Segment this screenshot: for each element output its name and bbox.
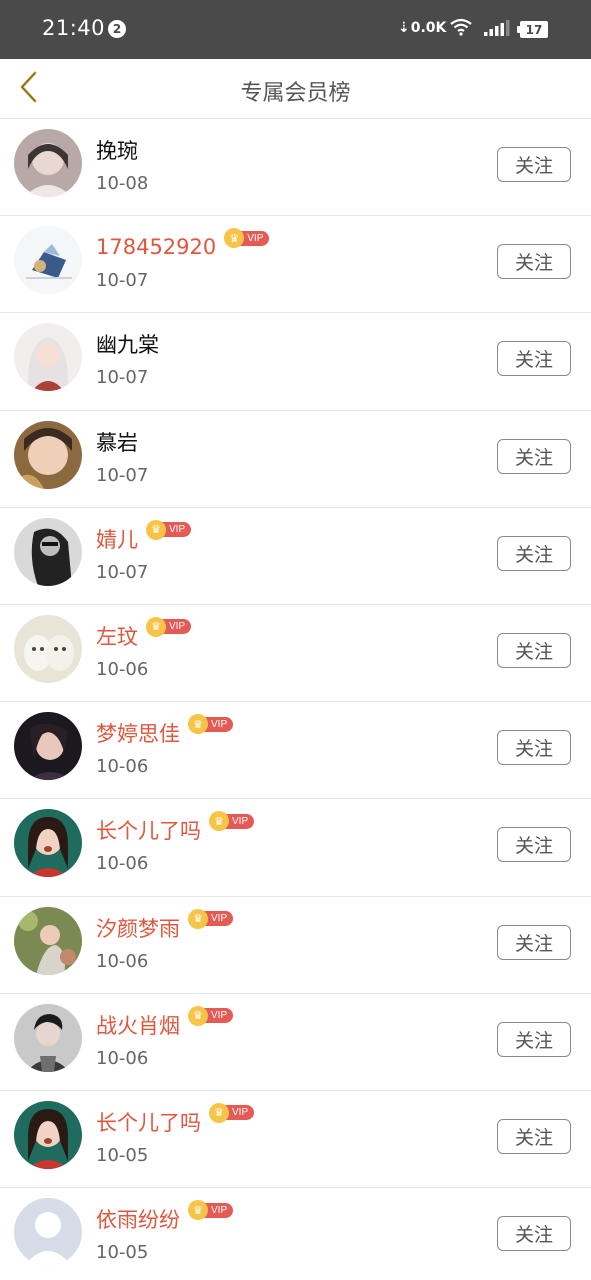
follow-button[interactable]: 关注 <box>497 244 571 280</box>
member-date: 10-08 <box>96 173 149 194</box>
member-name: 汐颜梦雨 <box>96 916 180 941</box>
member-name: 长个儿了吗 <box>96 1110 201 1135</box>
member-name: 挽琬 <box>96 139 138 163</box>
member-row[interactable]: 长个儿了吗 ♛ VIP 10-05 关注 <box>0 1090 591 1189</box>
crown-icon: ♛ <box>188 1200 208 1221</box>
follow-button[interactable]: 关注 <box>497 535 571 571</box>
avatar[interactable] <box>14 1100 82 1169</box>
battery-level: 17 <box>525 22 543 37</box>
vip-badge: ♛ VIP <box>209 811 255 832</box>
member-row[interactable]: 178452920 ♛ VIP 10-07 关注 <box>0 216 591 314</box>
member-date: 10-06 <box>96 1047 149 1069</box>
follow-button[interactable]: 关注 <box>497 147 571 182</box>
crown-icon: ♛ <box>146 519 166 540</box>
member-list: 挽琬 10-08 关注 178452920 ♛ VIP 10-07 关注 幽九棠… <box>0 119 591 1280</box>
member-row[interactable]: 左玟 ♛ VIP 10-06 关注 <box>0 604 591 703</box>
follow-button[interactable]: 关注 <box>497 1118 571 1154</box>
member-row[interactable]: 长个儿了吗 ♛ VIP 10-06 关注 <box>0 799 591 897</box>
avatar[interactable] <box>14 614 82 683</box>
member-row[interactable]: 汐颜梦雨 ♛ VIP 10-06 关注 <box>0 896 591 994</box>
vip-badge: ♛ VIP <box>224 228 270 249</box>
avatar[interactable] <box>14 906 82 975</box>
avatar[interactable] <box>14 323 82 392</box>
member-name: 梦婷思佳 <box>96 722 180 747</box>
download-arrow-icon: ⇣ <box>398 20 410 36</box>
avatar[interactable] <box>14 809 82 878</box>
follow-button[interactable]: 关注 <box>497 1216 571 1252</box>
member-name: 婧儿 <box>96 527 138 552</box>
battery-icon: 17 <box>517 21 548 38</box>
follow-button[interactable]: 关注 <box>497 632 571 668</box>
vip-badge: ♛ VIP <box>188 714 234 735</box>
member-row[interactable]: 幽九棠 10-07 关注 <box>0 313 591 411</box>
avatar[interactable] <box>14 420 82 489</box>
member-row[interactable]: 慕岩 10-07 关注 <box>0 410 591 508</box>
avatar[interactable] <box>14 1198 82 1267</box>
member-name: 依雨纷纷 <box>96 1208 180 1233</box>
net-speed-text: 0.0K <box>410 20 447 36</box>
follow-button[interactable]: 关注 <box>497 730 571 766</box>
status-bar: 21:40 2 ⇣ 0.0K 17 <box>0 0 591 59</box>
member-row[interactable]: 战火肖烟 ♛ VIP 10-06 关注 <box>0 993 591 1091</box>
top-nav-bar: 专属会员榜 <box>0 59 591 119</box>
vip-badge: ♛ VIP <box>209 1102 255 1123</box>
follow-button[interactable]: 关注 <box>497 924 571 960</box>
crown-icon: ♛ <box>188 1005 208 1026</box>
member-row[interactable]: 梦婷思佳 ♛ VIP 10-06 关注 <box>0 702 591 800</box>
avatar[interactable] <box>14 129 82 197</box>
vip-badge: ♛ VIP <box>188 1005 234 1026</box>
member-date: 10-07 <box>96 367 149 389</box>
status-time: 21:40 <box>42 16 106 40</box>
avatar[interactable] <box>14 712 82 781</box>
member-date: 10-06 <box>96 658 149 680</box>
follow-button[interactable]: 关注 <box>497 341 571 377</box>
member-date: 10-07 <box>96 464 149 486</box>
crown-icon: ♛ <box>146 616 166 637</box>
vip-badge: ♛ VIP <box>188 1200 234 1221</box>
follow-button[interactable]: 关注 <box>497 1021 571 1057</box>
member-name: 178452920 <box>96 235 217 260</box>
crown-icon: ♛ <box>188 714 208 735</box>
member-date: 10-05 <box>96 1144 149 1166</box>
member-row[interactable]: 依雨纷纷 ♛ VIP 10-05 关注 <box>0 1188 591 1280</box>
member-date: 10-06 <box>96 756 149 778</box>
avatar[interactable] <box>14 1003 82 1072</box>
vip-badge: ♛ VIP <box>146 519 192 540</box>
wifi-icon <box>450 18 472 40</box>
member-name: 幽九棠 <box>96 333 159 358</box>
member-date: 10-06 <box>96 853 149 875</box>
signal-icon <box>484 20 510 40</box>
member-date: 10-07 <box>96 270 149 292</box>
member-name: 慕岩 <box>96 430 138 455</box>
crown-icon: ♛ <box>209 1102 229 1123</box>
page-title: 专属会员榜 <box>240 81 351 106</box>
avatar[interactable] <box>14 517 82 586</box>
member-row[interactable]: 挽琬 10-08 关注 <box>0 119 591 217</box>
notification-count-badge: 2 <box>108 20 126 38</box>
follow-button[interactable]: 关注 <box>497 438 571 474</box>
member-name: 左玟 <box>96 624 138 649</box>
avatar[interactable] <box>14 226 82 295</box>
member-name: 长个儿了吗 <box>96 819 201 844</box>
crown-icon: ♛ <box>188 908 208 929</box>
net-speed-indicator: ⇣ 0.0K <box>398 20 446 36</box>
vip-badge: ♛ VIP <box>146 616 192 637</box>
member-row[interactable]: 婧儿 ♛ VIP 10-07 关注 <box>0 507 591 605</box>
member-name: 战火肖烟 <box>96 1013 180 1038</box>
member-date: 10-06 <box>96 950 149 972</box>
follow-button[interactable]: 关注 <box>497 827 571 863</box>
vip-badge: ♛ VIP <box>188 908 234 929</box>
member-date: 10-07 <box>96 561 149 583</box>
member-date: 10-05 <box>96 1242 149 1264</box>
